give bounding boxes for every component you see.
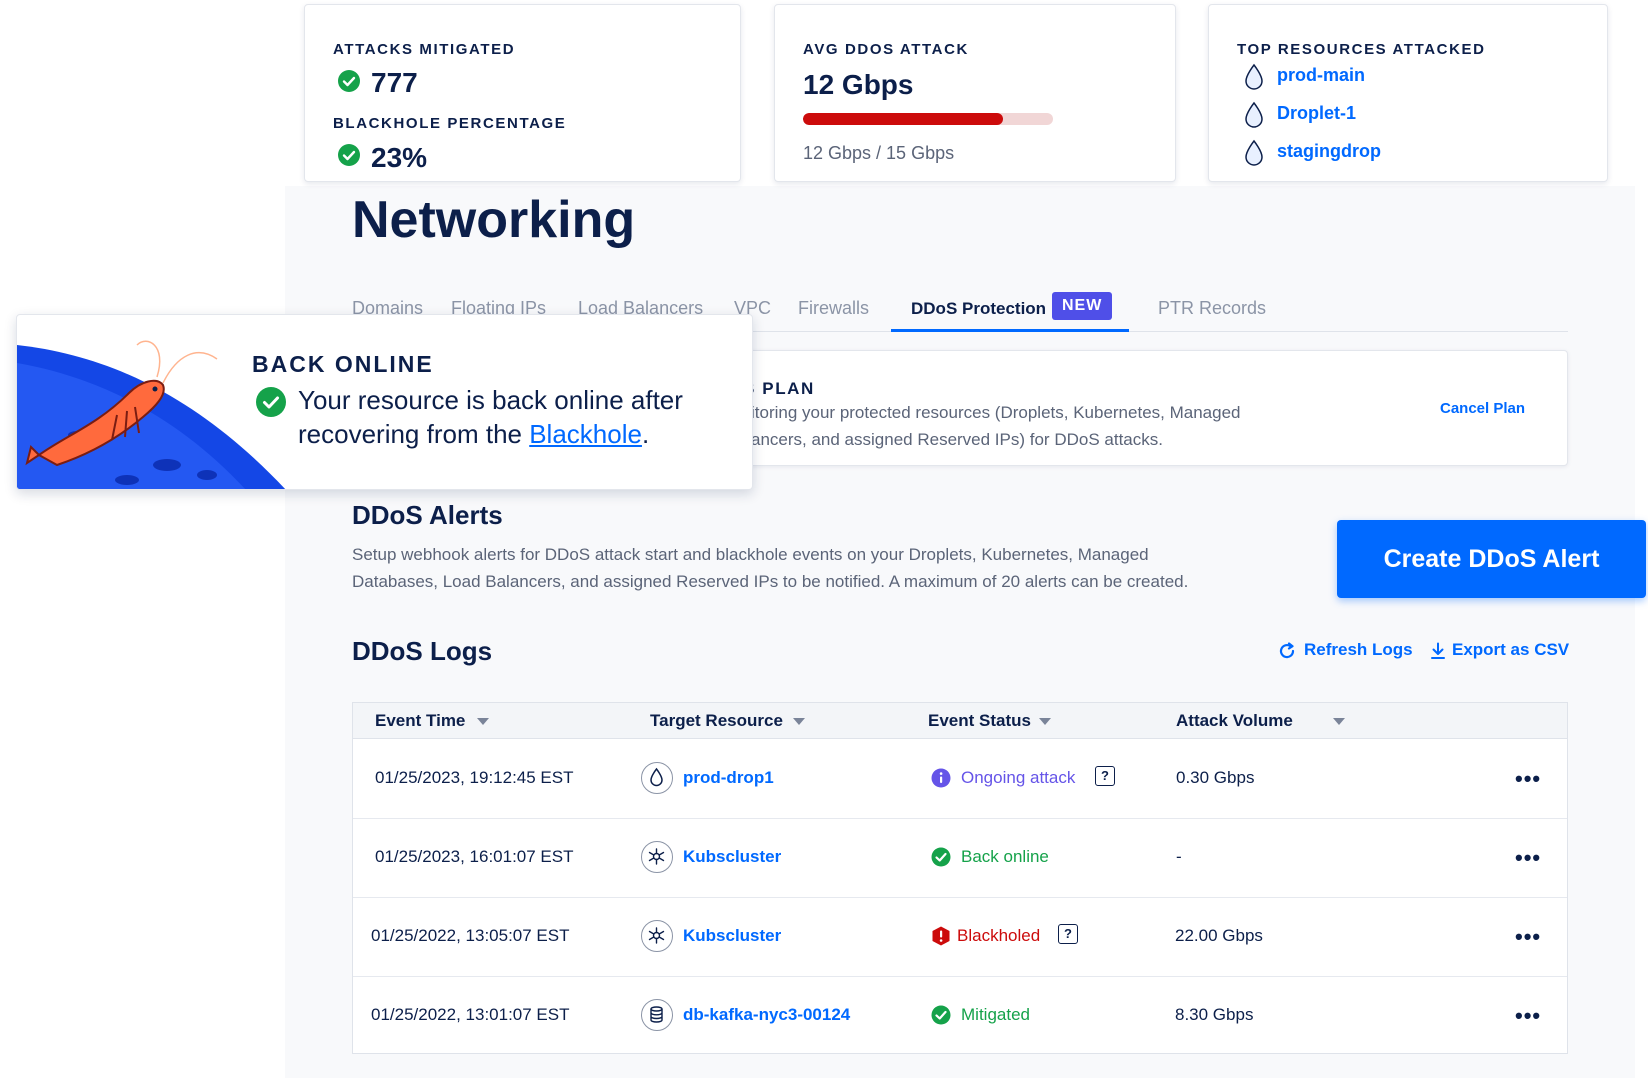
create-ddos-alert-button[interactable]: Create DDoS Alert	[1337, 520, 1646, 598]
droplet-icon	[1245, 101, 1263, 128]
column-attack-volume[interactable]: Attack Volume	[1176, 711, 1293, 731]
logs-title: DDoS Logs	[352, 636, 493, 666]
attack-volume: 0.30 Gbps	[1176, 768, 1255, 787]
top-resource-link[interactable]: stagingdrop	[1277, 141, 1381, 162]
event-time: 01/25/2023, 19:12:45 EST	[375, 768, 574, 787]
top-resources-label: TOP RESOURCES ATTACKED	[1237, 41, 1486, 58]
droplet-icon	[1245, 63, 1263, 90]
export-csv-link[interactable]: Export as CSV	[1452, 640, 1569, 660]
table-header: Event Time Target Resource Event Status …	[353, 703, 1567, 739]
refresh-logs-link[interactable]: Refresh Logs	[1304, 640, 1413, 660]
toast-message-line2: recovering from the Blackhole.	[298, 419, 649, 450]
table-row[interactable]: 01/25/2022, 13:05:07 EST Kubscluster Bla…	[353, 898, 1567, 977]
avg-attack-card: AVG DDOS ATTACK 12 Gbps 12 Gbps / 15 Gbp…	[774, 4, 1176, 182]
avg-attack-bar-fill	[803, 113, 1003, 125]
ddos-logs-table: Event Time Target Resource Event Status …	[352, 702, 1568, 1054]
toast-title: BACK ONLINE	[252, 351, 434, 377]
new-badge: NEW	[1052, 292, 1113, 320]
more-options-icon[interactable]: •••	[1515, 845, 1541, 871]
top-resources-card: TOP RESOURCES ATTACKED prod-main Droplet…	[1208, 4, 1608, 182]
plan-desc-line1: itoring your protected resources (Drople…	[751, 403, 1241, 422]
alerts-title: DDoS Alerts	[352, 500, 503, 530]
help-icon[interactable]: ?	[1095, 766, 1115, 786]
check-circle-icon	[338, 70, 360, 92]
table-row[interactable]: 01/25/2023, 16:01:07 EST Kubscluster Bac…	[353, 819, 1567, 898]
blackhole-link[interactable]: Blackhole	[529, 419, 642, 449]
attacks-stat-card: ATTACKS MITIGATED 777 BLACKHOLE PERCENTA…	[304, 4, 741, 182]
table-row[interactable]: 01/25/2023, 19:12:45 EST prod-drop1 Ongo…	[353, 740, 1567, 819]
event-status: Blackholed	[957, 926, 1041, 945]
column-event-time[interactable]: Event Time	[375, 711, 465, 731]
toast-message-line1: Your resource is back online after	[298, 385, 683, 415]
alerts-desc-line1: Setup webhook alerts for DDoS attack sta…	[352, 545, 1149, 564]
event-time: 01/25/2022, 13:01:07 EST	[371, 1005, 570, 1024]
check-circle-icon	[256, 387, 286, 417]
attacks-mitigated-value: 777	[371, 67, 418, 98]
target-resource-link[interactable]: db-kafka-nyc3-00124	[683, 1005, 850, 1025]
download-icon[interactable]	[1430, 642, 1446, 660]
alerts-desc-line2: Databases, Load Balancers, and assigned …	[352, 572, 1189, 591]
attack-volume: 22.00 Gbps	[1175, 926, 1263, 945]
sort-caret-icon[interactable]	[1333, 718, 1345, 725]
droplet-icon	[641, 762, 673, 794]
cancel-plan-link[interactable]: Cancel Plan	[1440, 400, 1525, 417]
attacks-mitigated-label: ATTACKS MITIGATED	[333, 41, 516, 58]
sort-caret-icon[interactable]	[793, 718, 805, 725]
event-time: 01/25/2023, 16:01:07 EST	[375, 847, 574, 866]
event-time: 01/25/2022, 13:05:07 EST	[371, 926, 570, 945]
more-options-icon[interactable]: •••	[1515, 1003, 1541, 1029]
table-row[interactable]: 01/25/2022, 13:01:07 EST db-kafka-nyc3-0…	[353, 977, 1567, 1056]
toast-message-prefix: recovering from the	[298, 419, 530, 449]
target-resource-link[interactable]: Kubscluster	[683, 926, 781, 946]
more-options-icon[interactable]: •••	[1515, 924, 1541, 950]
active-tab-indicator	[891, 329, 1129, 332]
sort-caret-icon[interactable]	[1039, 718, 1051, 725]
droplet-icon	[1245, 139, 1263, 166]
event-status: Mitigated	[961, 1005, 1030, 1024]
check-circle-icon	[338, 144, 360, 166]
avg-attack-value: 12 Gbps	[803, 69, 914, 100]
target-resource-link[interactable]: Kubscluster	[683, 847, 781, 867]
more-options-icon[interactable]: •••	[1515, 766, 1541, 792]
avg-attack-label: AVG DDOS ATTACK	[803, 41, 969, 58]
database-icon	[641, 999, 673, 1031]
kubernetes-icon	[641, 841, 673, 873]
avg-attack-caption: 12 Gbps / 15 Gbps	[803, 143, 955, 163]
shrimp-illustration	[17, 340, 286, 489]
kubernetes-icon	[641, 920, 673, 952]
check-circle-icon	[931, 1005, 951, 1025]
column-target-resource[interactable]: Target Resource	[650, 711, 783, 731]
toast-message-suffix: .	[641, 419, 650, 449]
page-title: Networking	[352, 191, 636, 249]
attack-volume: 8.30 Gbps	[1175, 1005, 1254, 1024]
blackhole-alert-icon	[932, 926, 950, 946]
blackhole-percentage-value: 23%	[371, 142, 428, 173]
info-icon	[931, 768, 951, 788]
sort-caret-icon[interactable]	[477, 718, 489, 725]
column-event-status[interactable]: Event Status	[928, 711, 1031, 731]
attack-volume: -	[1176, 847, 1182, 866]
event-status: Back online	[961, 847, 1049, 866]
tab-ddos-protection[interactable]: DDoS Protection	[911, 299, 1046, 319]
refresh-icon[interactable]	[1278, 642, 1296, 660]
top-resource-link[interactable]: Droplet-1	[1277, 103, 1356, 124]
blackhole-percentage-label: BLACKHOLE PERCENTAGE	[333, 115, 567, 132]
help-icon[interactable]: ?	[1058, 924, 1078, 944]
event-status: Ongoing attack	[961, 768, 1076, 787]
tab-ptr-records[interactable]: PTR Records	[1158, 298, 1266, 319]
plan-title: S PLAN	[743, 379, 815, 398]
plan-desc-line2: ancers, and assigned Reserved IPs) for D…	[751, 430, 1163, 449]
tab-firewalls[interactable]: Firewalls	[798, 298, 869, 319]
target-resource-link[interactable]: prod-drop1	[683, 768, 774, 788]
back-online-toast: BACK ONLINE Your resource is back online…	[16, 314, 753, 490]
avg-attack-bar	[803, 113, 1053, 125]
check-circle-icon	[931, 847, 951, 867]
top-resource-link[interactable]: prod-main	[1277, 65, 1365, 86]
